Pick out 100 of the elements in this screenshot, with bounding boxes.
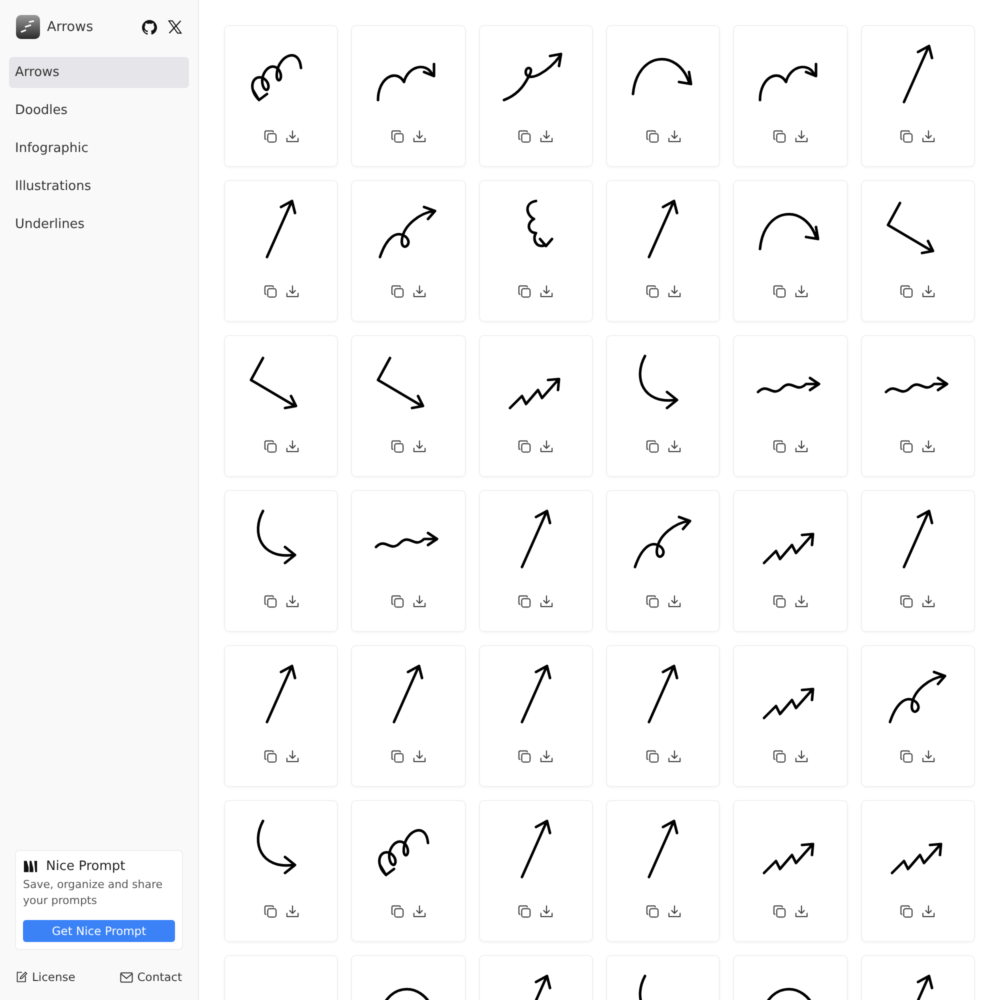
arrow-drawing — [393, 664, 424, 724]
arrow-drawing — [266, 664, 296, 724]
copy-icon[interactable] — [518, 130, 532, 143]
download-icon[interactable] — [286, 595, 299, 608]
download-icon[interactable] — [412, 750, 426, 763]
download-icon[interactable] — [286, 905, 299, 918]
arrow-drawing — [526, 200, 554, 248]
copy-icon[interactable] — [390, 285, 404, 298]
download-icon[interactable] — [794, 130, 808, 143]
copy-icon[interactable] — [518, 285, 532, 298]
download-icon[interactable] — [286, 285, 299, 298]
copy-icon[interactable] — [390, 750, 404, 763]
copy-icon[interactable] — [264, 595, 277, 608]
copy-icon[interactable] — [772, 285, 786, 298]
copy-icon[interactable] — [264, 905, 277, 918]
copy-icon[interactable] — [900, 595, 914, 608]
copy-icon[interactable] — [518, 750, 532, 763]
download-icon[interactable] — [412, 905, 426, 918]
download-icon[interactable] — [412, 285, 426, 298]
copy-icon[interactable] — [900, 750, 914, 763]
download-icon[interactable] — [540, 750, 554, 763]
copy-icon[interactable] — [900, 130, 914, 143]
download-icon[interactable] — [794, 595, 808, 608]
arrow-drawing — [763, 688, 815, 720]
arrow-drawing — [520, 664, 552, 724]
copy-icon[interactable] — [646, 285, 659, 298]
copy-icon[interactable] — [264, 750, 277, 763]
arrow-drawing — [377, 62, 436, 102]
download-icon[interactable] — [668, 595, 681, 608]
arrow-drawing — [256, 510, 296, 564]
arrow-drawing — [648, 820, 678, 878]
x-logo-icon[interactable] — [168, 20, 182, 34]
copy-icon[interactable] — [772, 750, 786, 763]
arrow-drawing — [502, 52, 562, 102]
download-icon[interactable] — [412, 595, 426, 608]
copy-icon[interactable] — [900, 905, 914, 918]
copy-icon[interactable] — [390, 905, 404, 918]
arrow-drawing — [377, 356, 425, 410]
download-icon[interactable] — [540, 595, 554, 608]
download-icon[interactable] — [286, 440, 299, 453]
arrow-drawing — [375, 532, 439, 548]
download-icon[interactable] — [922, 750, 936, 763]
nav-item[interactable]: Arrows — [9, 57, 189, 88]
nav-item[interactable]: Illustrations — [9, 171, 189, 202]
nav-item[interactable]: Underlines — [9, 209, 189, 240]
download-icon[interactable] — [540, 440, 554, 453]
download-icon[interactable] — [668, 905, 681, 918]
download-icon[interactable] — [540, 285, 554, 298]
download-icon[interactable] — [794, 905, 808, 918]
copy-icon[interactable] — [264, 130, 277, 143]
copy-icon[interactable] — [390, 595, 404, 608]
copy-icon[interactable] — [646, 440, 659, 453]
download-icon[interactable] — [668, 750, 681, 763]
download-icon[interactable] — [540, 130, 554, 143]
download-icon[interactable] — [794, 750, 808, 763]
nav-item[interactable]: Doodles — [9, 95, 189, 126]
arrow-drawing — [638, 354, 678, 410]
copy-icon[interactable] — [264, 285, 277, 298]
copy-icon[interactable] — [772, 905, 786, 918]
download-icon[interactable] — [922, 130, 936, 143]
copy-icon[interactable] — [646, 750, 659, 763]
copy-icon[interactable] — [390, 130, 404, 143]
copy-icon[interactable] — [772, 130, 786, 143]
download-icon[interactable] — [286, 130, 299, 143]
copy-icon[interactable] — [518, 595, 532, 608]
copy-icon[interactable] — [518, 905, 532, 918]
copy-icon[interactable] — [646, 905, 659, 918]
download-icon[interactable] — [922, 285, 936, 298]
footer-link[interactable]: License — [16, 970, 76, 984]
copy-icon[interactable] — [772, 440, 786, 453]
download-icon[interactable] — [668, 130, 681, 143]
download-icon[interactable] — [668, 285, 681, 298]
arrow-drawing — [508, 378, 560, 410]
download-icon[interactable] — [922, 905, 936, 918]
download-icon[interactable] — [794, 440, 808, 453]
download-icon[interactable] — [286, 750, 299, 763]
copy-icon[interactable] — [646, 130, 659, 143]
edit-icon — [16, 971, 28, 983]
copy-icon[interactable] — [900, 440, 914, 453]
download-icon[interactable] — [922, 440, 936, 453]
copy-icon[interactable] — [264, 440, 277, 453]
download-icon[interactable] — [922, 595, 936, 608]
download-icon[interactable] — [794, 285, 808, 298]
mail-icon — [120, 972, 134, 982]
download-icon[interactable] — [540, 905, 554, 918]
nav-item[interactable]: Infographic — [9, 133, 189, 164]
arrow-drawing — [759, 212, 820, 250]
footer-link[interactable]: Contact — [120, 970, 182, 984]
copy-icon[interactable] — [518, 440, 532, 453]
arrow-drawing — [250, 356, 298, 410]
copy-icon[interactable] — [900, 285, 914, 298]
copy-icon[interactable] — [772, 595, 786, 608]
github-icon[interactable] — [142, 20, 157, 34]
copy-icon[interactable] — [390, 440, 404, 453]
get-nice-prompt-button[interactable]: Get Nice Prompt — [23, 920, 175, 942]
download-icon[interactable] — [412, 440, 426, 453]
footer-link-label: Contact — [137, 970, 182, 984]
download-icon[interactable] — [668, 440, 681, 453]
download-icon[interactable] — [412, 130, 426, 143]
copy-icon[interactable] — [646, 595, 659, 608]
